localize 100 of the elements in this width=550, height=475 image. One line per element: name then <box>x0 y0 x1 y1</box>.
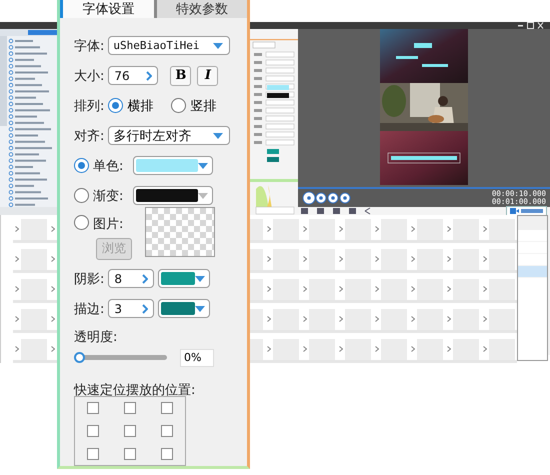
clip-slot[interactable] <box>489 278 515 300</box>
color-dropdown[interactable] <box>133 156 214 175</box>
radio-button[interactable] <box>74 215 89 230</box>
clip-slot[interactable] <box>345 308 371 330</box>
checkbox[interactable] <box>87 448 100 460</box>
radio-label[interactable]: 图片: <box>93 215 124 233</box>
clip-slot[interactable] <box>21 278 47 300</box>
chevron-icon <box>339 256 343 262</box>
clip-slot[interactable] <box>381 308 407 330</box>
radio-label[interactable]: 渐变: <box>93 186 124 204</box>
clip-slot[interactable] <box>273 308 299 330</box>
chevron-icon <box>15 346 19 352</box>
clip-slot[interactable] <box>417 278 443 300</box>
font-dropdown[interactable]: uSheBiaoTiHei <box>108 36 230 55</box>
radio-button[interactable] <box>74 158 89 173</box>
clip-slot[interactable] <box>453 308 479 330</box>
checkbox[interactable] <box>160 402 173 414</box>
number-field[interactable]: 8 <box>108 269 154 288</box>
checkbox[interactable] <box>87 402 100 414</box>
caret-icon <box>198 192 208 198</box>
radio-label[interactable]: 单色: <box>93 156 124 174</box>
clip-slot[interactable] <box>273 218 299 240</box>
clip-slot[interactable] <box>309 278 335 300</box>
radio-button[interactable] <box>74 188 89 203</box>
caret-icon <box>213 132 224 138</box>
clip-slot[interactable] <box>309 338 335 360</box>
number-field[interactable]: 3 <box>108 299 154 318</box>
clip-slot[interactable] <box>381 278 407 300</box>
clip-slot[interactable] <box>417 308 443 330</box>
chevron-icon[interactable] <box>142 304 148 314</box>
clip-slot[interactable] <box>309 248 335 270</box>
checkbox[interactable] <box>124 448 136 460</box>
checkbox[interactable] <box>87 424 100 437</box>
slider-thumb[interactable] <box>74 352 85 363</box>
caret-icon <box>195 276 206 282</box>
chevron-icon[interactable] <box>142 274 148 284</box>
radio-button[interactable] <box>171 98 186 113</box>
clip-slot[interactable] <box>345 278 371 300</box>
color-dropdown[interactable] <box>133 186 214 205</box>
clip-slot[interactable] <box>345 248 371 270</box>
clip-slot[interactable] <box>273 248 299 270</box>
clip-slot[interactable] <box>453 338 479 360</box>
caption-row[interactable] <box>518 266 547 278</box>
clip-slot[interactable] <box>21 218 47 240</box>
chevron-icon <box>483 346 487 352</box>
radio-button[interactable] <box>108 98 124 113</box>
tab[interactable]: 特效参数 <box>154 0 247 18</box>
section-label: 快速定位摆放的位置: <box>74 382 196 399</box>
radio-label[interactable]: 横排 <box>127 96 154 114</box>
window-controls-icon[interactable] <box>518 22 544 29</box>
italic-button[interactable]: I <box>197 66 218 86</box>
clip-slot[interactable] <box>309 308 335 330</box>
tab[interactable]: 字体设置 <box>60 0 154 18</box>
clip-slot[interactable] <box>381 218 407 240</box>
clip-slot[interactable] <box>273 278 299 300</box>
chevron-icon <box>375 316 379 322</box>
field-label: 排列: <box>74 98 104 114</box>
clip-slot[interactable] <box>453 218 479 240</box>
bold-button[interactable]: B <box>170 66 192 86</box>
clip-slot[interactable] <box>417 248 443 270</box>
clip-slot[interactable] <box>489 338 515 360</box>
list-header <box>518 216 547 230</box>
toolbar-icons[interactable] <box>301 207 371 215</box>
chevron-icon <box>267 316 271 322</box>
checkbox[interactable] <box>124 424 136 437</box>
color-dropdown[interactable] <box>158 299 210 318</box>
clip-slot[interactable] <box>489 248 515 270</box>
clip-slot[interactable] <box>381 338 407 360</box>
chevron-icon <box>375 346 379 352</box>
chevron-icon <box>303 286 307 292</box>
clip-slot[interactable] <box>453 278 479 300</box>
image-preview <box>145 207 216 257</box>
chevron-icon <box>15 226 19 232</box>
checkbox[interactable] <box>160 448 173 460</box>
clip-slot[interactable] <box>21 338 47 360</box>
chevron-icon <box>267 256 271 262</box>
clip-slot[interactable] <box>345 218 371 240</box>
clip-slot[interactable] <box>417 338 443 360</box>
checkbox[interactable] <box>124 402 136 414</box>
clip-slot[interactable] <box>453 248 479 270</box>
clip-slot[interactable] <box>345 338 371 360</box>
chevron-icon <box>447 316 451 322</box>
checkbox[interactable] <box>160 424 173 437</box>
export-button[interactable] <box>506 206 547 216</box>
opacity-field[interactable]: 0% <box>180 348 214 366</box>
clip-slot[interactable] <box>489 308 515 330</box>
size-field[interactable]: 76 <box>108 66 158 85</box>
chevron-icon[interactable] <box>146 70 152 80</box>
align-dropdown[interactable]: 多行时左对齐 <box>108 126 230 145</box>
color-dropdown[interactable] <box>158 269 210 288</box>
clip-slot[interactable] <box>381 248 407 270</box>
clip-slot[interactable] <box>309 218 335 240</box>
chevron-icon <box>483 256 487 262</box>
clip-slot[interactable] <box>489 218 515 240</box>
clip-slot[interactable] <box>21 248 47 270</box>
clip-slot[interactable] <box>417 218 443 240</box>
radio-label[interactable]: 竖排 <box>190 96 216 114</box>
clip-slot[interactable] <box>21 308 47 330</box>
clip-slot[interactable] <box>273 338 299 360</box>
chevron-icon <box>447 346 451 352</box>
